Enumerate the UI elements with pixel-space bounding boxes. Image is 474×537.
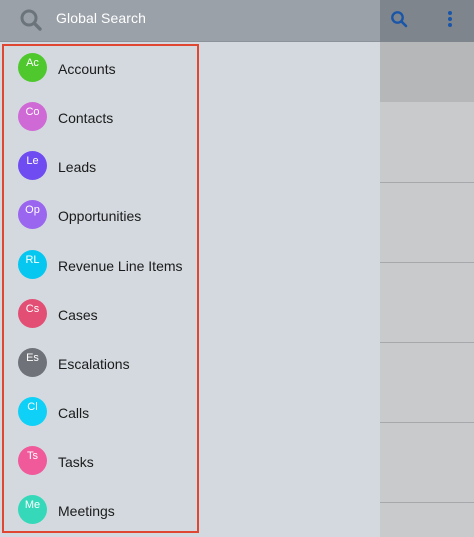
menu-item-meetings[interactable]: Me Meetings xyxy=(4,488,197,531)
more-vertical-icon[interactable] xyxy=(438,0,462,38)
menu-item-label: Cases xyxy=(58,307,98,323)
module-avatar: Ac xyxy=(18,53,47,82)
menu-item-label: Accounts xyxy=(58,61,116,77)
menu-item-label: Opportunities xyxy=(58,208,142,224)
search-icon[interactable] xyxy=(386,0,412,38)
menu-item-label: Tasks xyxy=(58,454,94,470)
module-avatar: Cl xyxy=(18,397,47,426)
menu-item-escalations[interactable]: Es Escalations xyxy=(4,341,197,390)
global-search-bar[interactable]: Global Search xyxy=(0,0,380,42)
module-avatar: Cs xyxy=(18,299,47,328)
menu-item-cases[interactable]: Cs Cases xyxy=(4,292,197,341)
search-icon[interactable] xyxy=(18,7,44,33)
background-divider xyxy=(380,262,474,263)
menu-item-contacts[interactable]: Co Contacts xyxy=(4,95,197,144)
menu-item-calls[interactable]: Cl Calls xyxy=(4,390,197,439)
menu-item-leads[interactable]: Le Leads xyxy=(4,144,197,193)
module-avatar: Op xyxy=(18,200,47,229)
global-search-label[interactable]: Global Search xyxy=(56,10,146,26)
module-avatar: Co xyxy=(18,102,47,131)
menu-item-opportunities[interactable]: Op Opportunities xyxy=(4,193,197,242)
module-avatar: Ts xyxy=(18,446,47,475)
background-divider xyxy=(380,342,474,343)
background-divider xyxy=(380,422,474,423)
menu-item-tasks[interactable]: Ts Tasks xyxy=(4,439,197,488)
menu-item-label: Calls xyxy=(58,405,90,421)
navigation-drawer: Global Search Ac Accounts Co Contacts Le… xyxy=(0,0,380,537)
menu-item-label: Leads xyxy=(58,159,97,175)
module-avatar: Es xyxy=(18,348,47,377)
module-avatar: Me xyxy=(18,495,47,524)
menu-item-label: Meetings xyxy=(58,503,115,519)
background-list xyxy=(380,102,474,537)
menu-item-label: Revenue Line Items xyxy=(58,258,183,274)
menu-item-revenue-line-items[interactable]: RL Revenue Line Items xyxy=(4,243,197,292)
menu-item-label: Escalations xyxy=(58,356,130,372)
module-avatar: RL xyxy=(18,250,47,279)
background-divider xyxy=(380,502,474,503)
background-divider xyxy=(380,182,474,183)
module-avatar: Le xyxy=(18,151,47,180)
menu-item-accounts[interactable]: Ac Accounts xyxy=(4,46,197,95)
menu-item-label: Contacts xyxy=(58,110,114,126)
module-menu-highlight: Ac Accounts Co Contacts Le Leads Op Oppo… xyxy=(2,44,199,533)
